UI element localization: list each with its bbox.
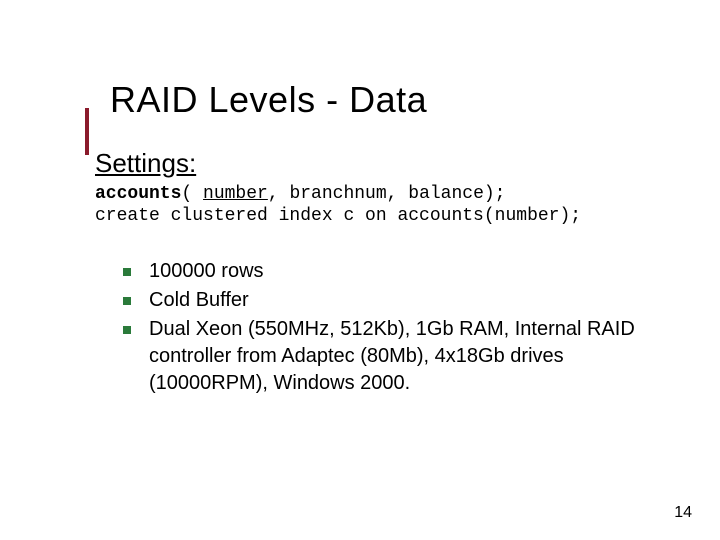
list-item: Cold Buffer [123,287,660,314]
bullet-square-icon [123,268,131,276]
bullet-square-icon [123,326,131,334]
accent-bar [85,108,89,155]
list-item: 100000 rows [123,258,660,285]
code-table-name: accounts [95,184,181,204]
code-pk-column: number [203,184,268,204]
list-item: Dual Xeon (550MHz, 512Kb), 1Gb RAM, Inte… [123,316,660,397]
code-open-paren: ( [181,184,203,204]
bullet-list: 100000 rows Cold Buffer Dual Xeon (550MH… [123,258,660,397]
bullet-text: 100000 rows [149,260,264,282]
page-number: 14 [674,504,692,522]
slide: RAID Levels - Data Settings: accounts( n… [0,0,720,540]
slide-title: RAID Levels - Data [110,80,660,120]
code-block: accounts( number, branchnum, balance); c… [95,183,660,228]
bullet-text: Cold Buffer [149,289,249,311]
code-line1-rest: , branchnum, balance); [268,184,506,204]
bullet-square-icon [123,297,131,305]
bullet-text: Dual Xeon (550MHz, 512Kb), 1Gb RAM, Inte… [149,318,635,394]
code-line2: create clustered index c on accounts(num… [95,206,581,226]
settings-heading: Settings: [95,148,660,179]
